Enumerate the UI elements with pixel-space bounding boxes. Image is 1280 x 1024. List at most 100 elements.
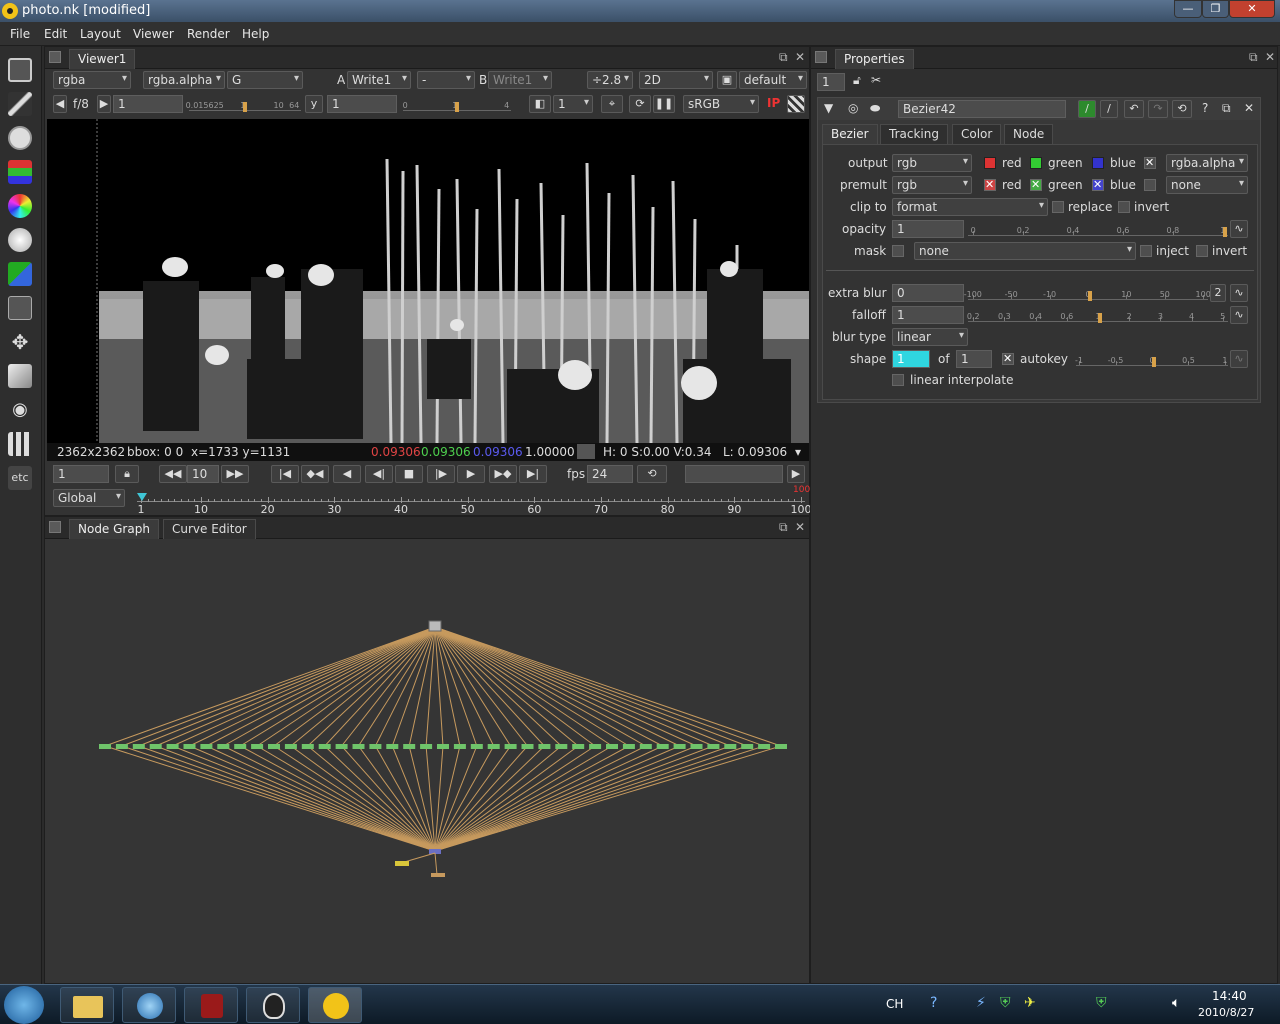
bezier-node[interactable] xyxy=(386,744,399,749)
first-frame-icon[interactable]: |◀ xyxy=(271,465,299,483)
opacity-slider[interactable]: 00.20.40.60.81 xyxy=(968,220,1228,237)
views-icon[interactable]: ◉ xyxy=(8,398,32,422)
current-frame-marker[interactable] xyxy=(137,493,147,501)
input-process-button[interactable]: IP xyxy=(767,96,780,110)
blur-type-dropdown[interactable]: linear xyxy=(892,328,968,346)
float-panel-icon[interactable]: ⧉ xyxy=(779,520,788,535)
range-end-icon[interactable]: ▶ xyxy=(787,465,805,483)
viewer-image[interactable] xyxy=(47,119,809,443)
input-a-dropdown[interactable]: Write1 xyxy=(347,71,411,89)
panel-grip-icon[interactable] xyxy=(815,51,827,63)
linear-interpolate-checkbox[interactable] xyxy=(892,374,904,386)
bezier-node[interactable] xyxy=(606,744,618,749)
opacity-curve-icon[interactable]: ∿ xyxy=(1230,220,1248,238)
bezier-node[interactable] xyxy=(707,744,720,749)
slider-knob[interactable] xyxy=(1222,227,1227,237)
fps-input[interactable]: 24 xyxy=(587,465,633,483)
filter-icon[interactable] xyxy=(8,228,32,252)
draw-icon[interactable] xyxy=(8,92,32,116)
color-icon[interactable] xyxy=(8,194,32,218)
mask-invert-checkbox[interactable] xyxy=(1196,245,1208,257)
metadata-icon[interactable] xyxy=(8,432,32,456)
premult-dropdown[interactable]: rgb xyxy=(892,176,972,194)
autokey-checkbox[interactable] xyxy=(1002,352,1014,365)
skip-forward-icon[interactable]: ▶▶ xyxy=(221,465,249,483)
nuke-icon[interactable] xyxy=(308,987,362,1023)
bezier-node[interactable] xyxy=(318,744,331,749)
bezier-node[interactable] xyxy=(724,744,737,749)
invert-checkbox[interactable] xyxy=(1118,201,1130,213)
output-node[interactable] xyxy=(431,873,445,877)
close-panel-icon[interactable]: ✕ xyxy=(1265,50,1275,64)
clock-time[interactable]: 14:40 xyxy=(1212,989,1247,1003)
shape-curve-icon[interactable]: ∿ xyxy=(1230,350,1248,368)
prev-frame-icon[interactable]: ◀| xyxy=(365,465,393,483)
camera-icon[interactable]: ▣ xyxy=(717,71,737,89)
view-mode-dropdown[interactable]: 2D xyxy=(639,71,713,89)
green-swatch[interactable] xyxy=(1030,157,1042,169)
mask-dropdown[interactable]: none xyxy=(914,242,1136,260)
tab-tracking[interactable]: Tracking xyxy=(880,124,948,144)
frame-timeline[interactable]: 1 10 20 30 40 50 60 70 80 90 100 100 xyxy=(137,485,812,516)
premult-green-checkbox[interactable] xyxy=(1030,178,1042,191)
play-backward-icon[interactable]: ◀ xyxy=(333,465,361,483)
bezier-node[interactable] xyxy=(437,744,449,749)
node-name-input[interactable]: Bezier42 xyxy=(898,100,1066,118)
ie-icon[interactable] xyxy=(122,987,176,1023)
tab-properties[interactable]: Properties xyxy=(835,49,914,69)
bezier-node[interactable] xyxy=(521,744,534,749)
lock-frame-icon[interactable]: 🔒︎ xyxy=(115,465,139,483)
roi-icon[interactable]: ⌖ xyxy=(601,95,623,113)
close-button[interactable]: ✕ xyxy=(1229,0,1275,18)
bezier-node[interactable] xyxy=(234,744,247,749)
bezier-node[interactable] xyxy=(166,744,179,749)
shape-total-input[interactable]: 1 xyxy=(956,350,992,368)
proxy-icon[interactable]: ◧ xyxy=(529,95,551,113)
fstop-up-icon[interactable]: ▶ xyxy=(97,95,111,113)
extra-blur-curve-icon[interactable]: ∿ xyxy=(1230,284,1248,302)
bezier-node[interactable] xyxy=(420,744,433,749)
panel-grip-icon[interactable] xyxy=(49,51,61,63)
bezier-node[interactable] xyxy=(268,744,280,749)
blue-swatch[interactable] xyxy=(1092,157,1104,169)
premult-red-checkbox[interactable] xyxy=(984,178,996,191)
channel-icon[interactable] xyxy=(8,160,32,184)
next-frame-icon[interactable]: |▶ xyxy=(427,465,455,483)
opacity-input[interactable]: 1 xyxy=(892,220,964,238)
bezier-node[interactable] xyxy=(115,744,128,749)
bezier-node[interactable] xyxy=(690,744,703,749)
bezier-node[interactable] xyxy=(572,744,585,749)
bezier-node[interactable] xyxy=(487,744,500,749)
bezier-node[interactable] xyxy=(673,744,686,749)
stop-icon[interactable]: ■ xyxy=(395,465,423,483)
help-icon[interactable]: ? xyxy=(1202,101,1208,115)
minimize-button[interactable]: — xyxy=(1174,0,1202,18)
alpha-channel-dropdown[interactable]: rgba.alpha xyxy=(143,71,225,89)
slider-knob[interactable] xyxy=(1152,357,1156,367)
premult-alpha-dropdown[interactable]: none xyxy=(1166,176,1248,194)
extra-blur-dim-button[interactable]: 2 xyxy=(1210,284,1226,302)
red-swatch[interactable] xyxy=(984,157,996,169)
info-menu-icon[interactable]: ▾ xyxy=(795,445,801,459)
float-node-icon[interactable]: ⧉ xyxy=(1222,101,1231,116)
bezier-node[interactable] xyxy=(758,744,771,749)
node-graph-canvas[interactable] xyxy=(45,539,809,983)
gain-knob[interactable] xyxy=(242,102,247,112)
write-node[interactable] xyxy=(395,861,409,866)
time-icon[interactable] xyxy=(8,126,32,150)
wipe-icon[interactable] xyxy=(787,95,805,113)
slider-knob[interactable] xyxy=(1088,291,1092,301)
tab-bezier[interactable]: Bezier xyxy=(822,124,878,144)
bezier-node[interactable] xyxy=(132,744,145,749)
tab-node[interactable]: Node xyxy=(1004,124,1054,144)
menu-render[interactable]: Render xyxy=(187,27,230,41)
menu-viewer[interactable]: Viewer xyxy=(133,27,174,41)
undo-icon[interactable]: ↶ xyxy=(1124,100,1144,118)
bezier-node[interactable] xyxy=(639,744,652,749)
output-dropdown[interactable]: rgb xyxy=(892,154,972,172)
gamma-knob[interactable] xyxy=(454,102,459,112)
collapse-icon[interactable]: ▼ xyxy=(824,101,833,115)
skip-back-icon[interactable]: ◀◀ xyxy=(159,465,187,483)
bezier-node[interactable] xyxy=(555,744,568,749)
float-panel-icon[interactable]: ⧉ xyxy=(779,50,788,65)
